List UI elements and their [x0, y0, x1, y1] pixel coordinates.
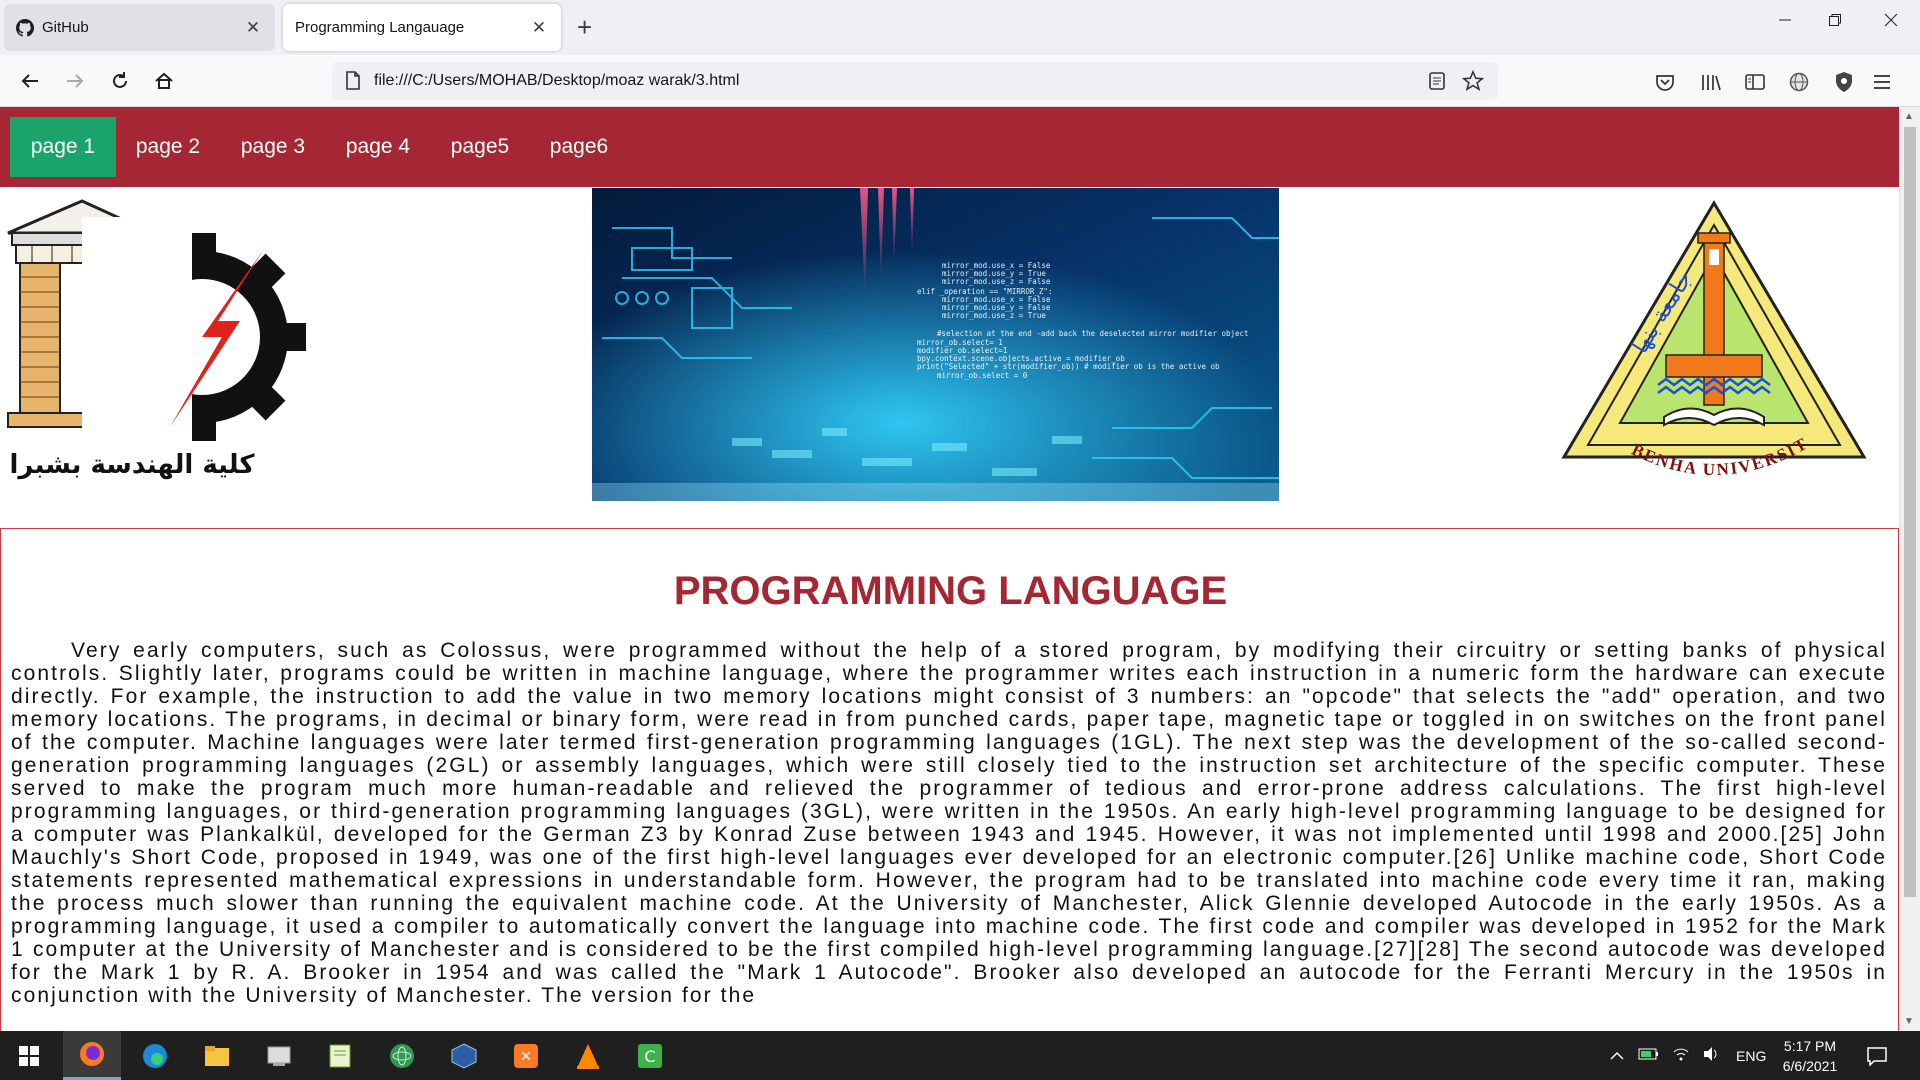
- file-explorer-icon[interactable]: [188, 1031, 246, 1080]
- svg-text:#selection at the end -add bac: #selection at the end -add back the dese…: [937, 329, 1249, 338]
- atom-icon[interactable]: [373, 1031, 431, 1080]
- sidebar-icon[interactable]: [1741, 68, 1769, 96]
- tab-title: Programming Langauage: [295, 19, 465, 36]
- tab-strip: GitHub ✕ Programming Langauage ✕ +: [0, 0, 1920, 55]
- minimize-icon[interactable]: [1770, 12, 1800, 32]
- battery-icon[interactable]: [1638, 1047, 1660, 1064]
- url-text[interactable]: file:///C:/Users/MOHAB/Desktop/moaz wara…: [374, 72, 739, 90]
- faculty-logo: كلية الهندسة بشبرا: [2, 197, 322, 487]
- page-icon: [344, 71, 362, 96]
- restore-icon[interactable]: [1820, 12, 1850, 32]
- article-box: PROGRAMMING LANGUAGE Very early computer…: [0, 528, 1899, 1031]
- nav-page-6[interactable]: page6: [541, 117, 617, 177]
- wifi-icon[interactable]: [1672, 1046, 1690, 1065]
- home-icon[interactable]: [148, 65, 180, 97]
- reload-icon[interactable]: [104, 65, 136, 97]
- library-icon[interactable]: [1697, 68, 1725, 96]
- article-heading: PROGRAMMING LANGUAGE: [673, 569, 1228, 613]
- window-close-icon[interactable]: [1876, 12, 1906, 32]
- notifications-icon[interactable]: [1866, 1031, 1888, 1080]
- page-scrollbar[interactable]: ▲ ▼: [1899, 107, 1920, 1031]
- menu-icon[interactable]: [1868, 68, 1896, 96]
- scroll-up-arrow-icon[interactable]: ▲: [1904, 111, 1914, 122]
- faculty-caption: كلية الهندسة بشبرا: [10, 450, 256, 480]
- chevron-up-icon[interactable]: [1610, 1048, 1624, 1064]
- svg-text:print("Selected" + str(modifie: print("Selected" + str(modifier_ob)) # m…: [917, 362, 1220, 371]
- virtualbox-icon[interactable]: [435, 1031, 493, 1080]
- hero-code-image: mirror_mod.use_x = False mirror_mod.use_…: [592, 188, 1279, 501]
- tab-close-icon[interactable]: ✕: [529, 18, 549, 38]
- tab-github[interactable]: GitHub ✕: [4, 4, 275, 51]
- edge-icon[interactable]: [126, 1031, 184, 1080]
- app-icon[interactable]: [250, 1031, 308, 1080]
- nav-page-1[interactable]: page 1: [10, 117, 116, 177]
- forward-icon[interactable]: [59, 65, 91, 97]
- svg-text:mirror_ob.select = 0: mirror_ob.select = 0: [937, 371, 1028, 380]
- svg-text:C: C: [644, 1047, 655, 1066]
- tab-title: GitHub: [42, 19, 89, 36]
- language-indicator[interactable]: ENG: [1736, 1048, 1766, 1064]
- system-tray: ENG: [1610, 1031, 1766, 1080]
- nav-page-2[interactable]: page 2: [128, 117, 208, 177]
- shield-extension-icon[interactable]: [1830, 68, 1858, 96]
- windows-taskbar: ✕ C ENG 5:17 PM 6/6/2021: [0, 1031, 1920, 1080]
- clock-time: 5:17 PM: [1783, 1038, 1837, 1054]
- nav-page-4[interactable]: page 4: [338, 117, 418, 177]
- pocket-icon[interactable]: [1651, 68, 1679, 96]
- github-icon: [16, 18, 34, 37]
- bookmark-star-icon[interactable]: [1461, 69, 1485, 97]
- scroll-down-arrow-icon[interactable]: ▼: [1904, 1016, 1914, 1027]
- reader-view-icon[interactable]: [1428, 71, 1446, 96]
- benha-university-logo: جامعة بنها BENHA UNIVERSITY: [1549, 180, 1872, 495]
- xampp-icon[interactable]: ✕: [497, 1031, 555, 1080]
- start-icon[interactable]: [0, 1031, 58, 1080]
- svg-text:✕: ✕: [520, 1049, 532, 1065]
- svg-text:mirror_mod.use_z = False: mirror_mod.use_z = False: [942, 277, 1051, 286]
- vlc-icon[interactable]: [559, 1031, 617, 1080]
- notepad-icon[interactable]: [311, 1031, 369, 1080]
- new-tab-button[interactable]: +: [577, 13, 592, 41]
- clock[interactable]: 5:17 PM 6/6/2021: [1770, 1036, 1850, 1076]
- nav-page-5[interactable]: page5: [442, 117, 518, 177]
- address-bar[interactable]: file:///C:/Users/MOHAB/Desktop/moaz wara…: [332, 62, 1498, 100]
- site-navbar: page 1 page 2 page 3 page 4 page5 page6: [0, 107, 1899, 187]
- nav-page-3[interactable]: page 3: [233, 117, 313, 177]
- scroll-thumb[interactable]: [1904, 127, 1916, 897]
- translate-globe-icon[interactable]: [1785, 68, 1813, 96]
- page-viewport: page 1 page 2 page 3 page 4 page5 page6: [0, 107, 1899, 1031]
- volume-icon[interactable]: [1702, 1046, 1720, 1065]
- back-icon[interactable]: [14, 65, 46, 97]
- tab-close-icon[interactable]: ✕: [243, 18, 263, 38]
- clock-date: 6/6/2021: [1782, 1058, 1838, 1074]
- firefox-icon[interactable]: [63, 1031, 121, 1080]
- svg-text:mirror_mod.use_z = True: mirror_mod.use_z = True: [942, 311, 1046, 320]
- camtasia-icon[interactable]: C: [621, 1031, 679, 1080]
- article-body: Very early computers, such as Colossus, …: [11, 639, 1887, 1007]
- tab-programming[interactable]: Programming Langauage ✕: [283, 4, 561, 51]
